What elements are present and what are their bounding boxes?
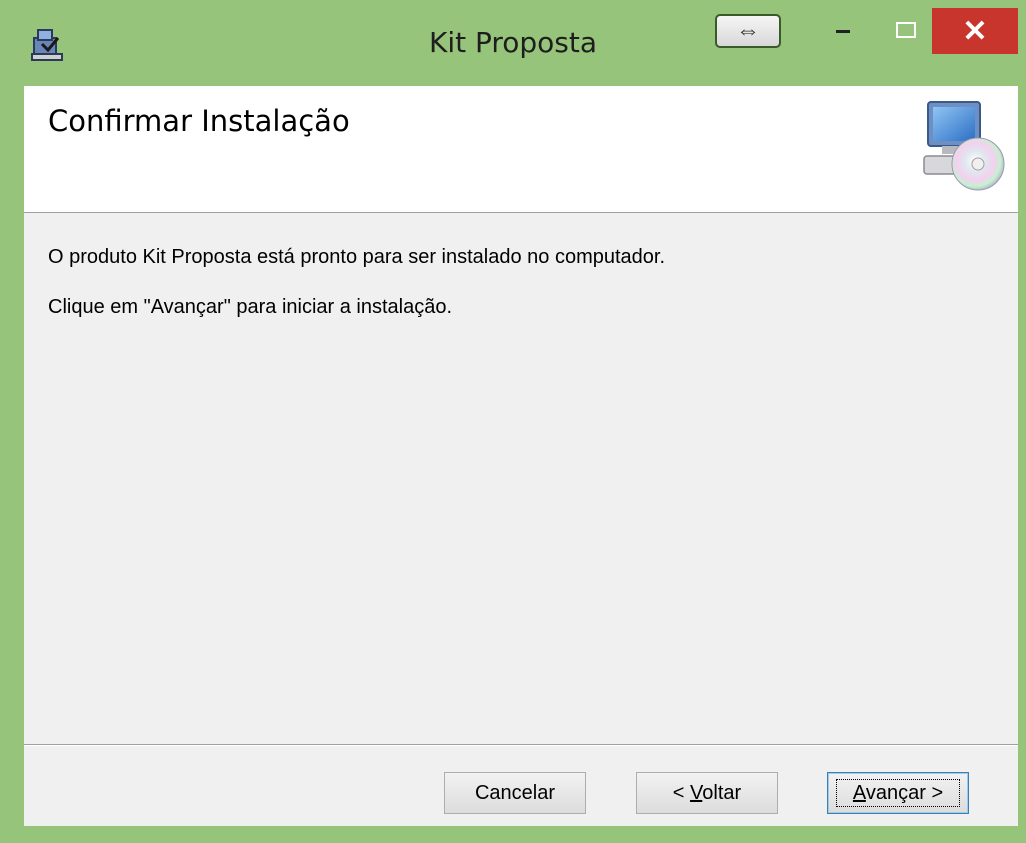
installer-window: Kit Proposta ⇔ ✕ Confirmar Instalação O … — [0, 0, 1026, 843]
resize-arrows-icon: ⇔ — [736, 17, 760, 44]
instruction-message: Clique em "Avançar" para iniciar a insta… — [48, 296, 453, 318]
back-button-rest: oltar — [702, 781, 742, 804]
maximize-button[interactable] — [896, 22, 916, 38]
window-title: Kit Proposta — [428, 26, 598, 59]
minimize-icon — [836, 30, 850, 33]
dialog-header: Confirmar Instalação — [24, 86, 1018, 213]
dialog-client-area: Confirmar Instalação O produto Kit Propo… — [24, 86, 1018, 826]
cancel-button[interactable]: Cancelar — [444, 772, 586, 814]
next-button-rest: vançar > — [865, 781, 944, 804]
ready-message: O produto Kit Proposta está pronto para … — [48, 246, 666, 268]
back-button-label: < Voltar — [673, 782, 741, 805]
next-button-mnemonic: A — [852, 781, 866, 804]
computer-cd-icon — [923, 101, 1005, 191]
title-bar[interactable]: Kit Proposta ⇔ ✕ — [0, 0, 1026, 86]
footer-separator — [24, 744, 1018, 746]
resize-button[interactable]: ⇔ — [715, 14, 781, 48]
close-icon: ✕ — [962, 14, 988, 48]
back-button-mnemonic: V — [690, 781, 703, 804]
close-button[interactable]: ✕ — [932, 8, 1018, 54]
back-button-prefix: < — [672, 781, 691, 804]
page-title: Confirmar Instalação — [48, 104, 350, 138]
next-button[interactable]: Avançar > — [827, 772, 969, 814]
next-button-label: Avançar > — [853, 782, 943, 805]
back-button[interactable]: < Voltar — [636, 772, 778, 814]
cancel-button-label: Cancelar — [474, 781, 556, 804]
